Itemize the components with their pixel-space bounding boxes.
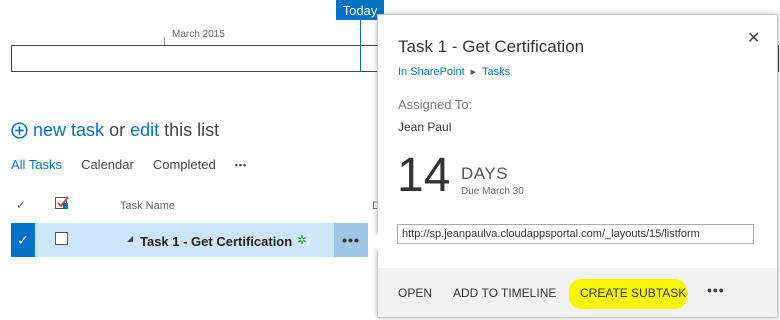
callout-title: Task 1 - Get Certification xyxy=(398,37,585,56)
url-field[interactable]: http://sp.jeanpaulva.cloudappsportal.com… xyxy=(397,224,754,244)
create-subtask-button[interactable]: CREATE SUBTASK xyxy=(580,286,686,300)
breadcrumb-tasks[interactable]: Tasks xyxy=(482,66,510,78)
edit-link[interactable]: edit xyxy=(130,120,159,141)
assigned-to-value: Jean Paul xyxy=(398,120,452,134)
timeline-month-label: March 2015 xyxy=(172,29,225,40)
row-task-title[interactable]: Task 1 - Get Certification xyxy=(140,234,292,249)
row-selected-check-icon[interactable]: ✓ xyxy=(11,223,35,257)
add-to-timeline-button[interactable]: ADD TO TIMELINE xyxy=(453,286,556,300)
new-task-row: new task or edit this list xyxy=(11,120,219,141)
days-label: DAYS xyxy=(461,164,509,183)
callout-beak xyxy=(368,233,378,251)
new-item-icon: ✲ xyxy=(297,233,308,247)
today-marker-line xyxy=(360,20,361,72)
column-header-task-name[interactable]: Task Name xyxy=(120,200,175,212)
views-more-button[interactable]: ••• xyxy=(235,160,247,170)
breadcrumb-in-sharepoint[interactable]: In SharePoint xyxy=(398,66,465,78)
new-task-link[interactable]: new task xyxy=(33,120,104,141)
expand-caret-icon[interactable]: ◢ xyxy=(127,234,133,243)
select-all-icon[interactable] xyxy=(55,196,69,210)
assigned-to-label: Assigned To: xyxy=(398,97,473,112)
row-checkbox[interactable] xyxy=(55,232,68,245)
month-tick xyxy=(164,37,165,45)
tab-all-tasks[interactable]: All Tasks xyxy=(11,157,62,172)
or-text: or xyxy=(109,120,126,140)
due-date-label: Due March 30 xyxy=(461,186,524,197)
breadcrumb: In SharePoint ▶ Tasks xyxy=(398,66,510,78)
open-button[interactable]: OPEN xyxy=(398,286,432,300)
header-check-icon[interactable]: ✓ xyxy=(16,198,26,212)
row-ellipsis-button[interactable]: ••• xyxy=(334,223,368,257)
tab-completed[interactable]: Completed xyxy=(153,157,216,172)
view-tabs: All Tasks Calendar Completed ••• xyxy=(11,157,266,172)
this-list-text: this list xyxy=(164,120,220,140)
days-remaining-value: 14 xyxy=(397,149,451,202)
callout-more-button[interactable]: ••• xyxy=(707,282,725,298)
close-icon[interactable]: ✕ xyxy=(747,28,760,48)
plus-circle-icon[interactable] xyxy=(11,122,28,139)
breadcrumb-arrow-icon: ▶ xyxy=(470,69,477,76)
tab-calendar[interactable]: Calendar xyxy=(81,157,134,172)
